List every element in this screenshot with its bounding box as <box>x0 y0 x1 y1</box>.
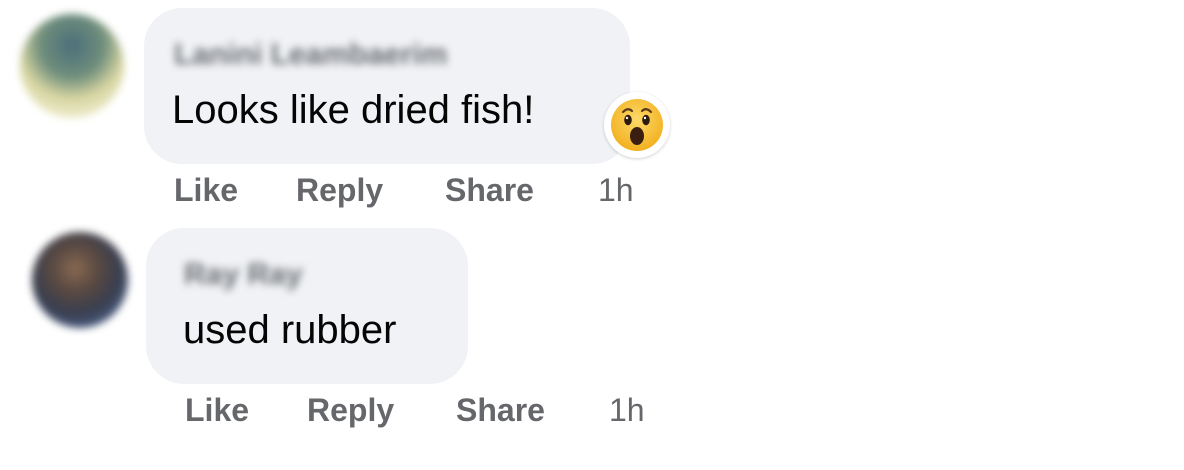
comment-text: used rubber <box>183 308 397 352</box>
comment-author-name[interactable]: Lanini Leambaerim <box>174 38 447 72</box>
reply-button[interactable]: Reply <box>307 392 394 429</box>
avatar[interactable] <box>20 14 124 118</box>
reply-button[interactable]: Reply <box>296 172 383 209</box>
like-button[interactable]: Like <box>174 172 238 209</box>
like-button[interactable]: Like <box>185 392 249 429</box>
share-button[interactable]: Share <box>445 172 534 209</box>
comment-text: Looks like dried fish! <box>172 88 535 132</box>
comment-timestamp[interactable]: 1h <box>609 392 645 429</box>
avatar[interactable] <box>32 232 128 328</box>
comment-author-name[interactable]: Ray Ray <box>184 258 302 292</box>
comment-timestamp[interactable]: 1h <box>598 172 634 209</box>
reaction-badge[interactable] <box>604 92 670 158</box>
comment-bubble <box>144 8 630 164</box>
share-button[interactable]: Share <box>456 392 545 429</box>
wow-emoji-icon <box>611 99 663 151</box>
comment-bubble <box>146 228 468 384</box>
